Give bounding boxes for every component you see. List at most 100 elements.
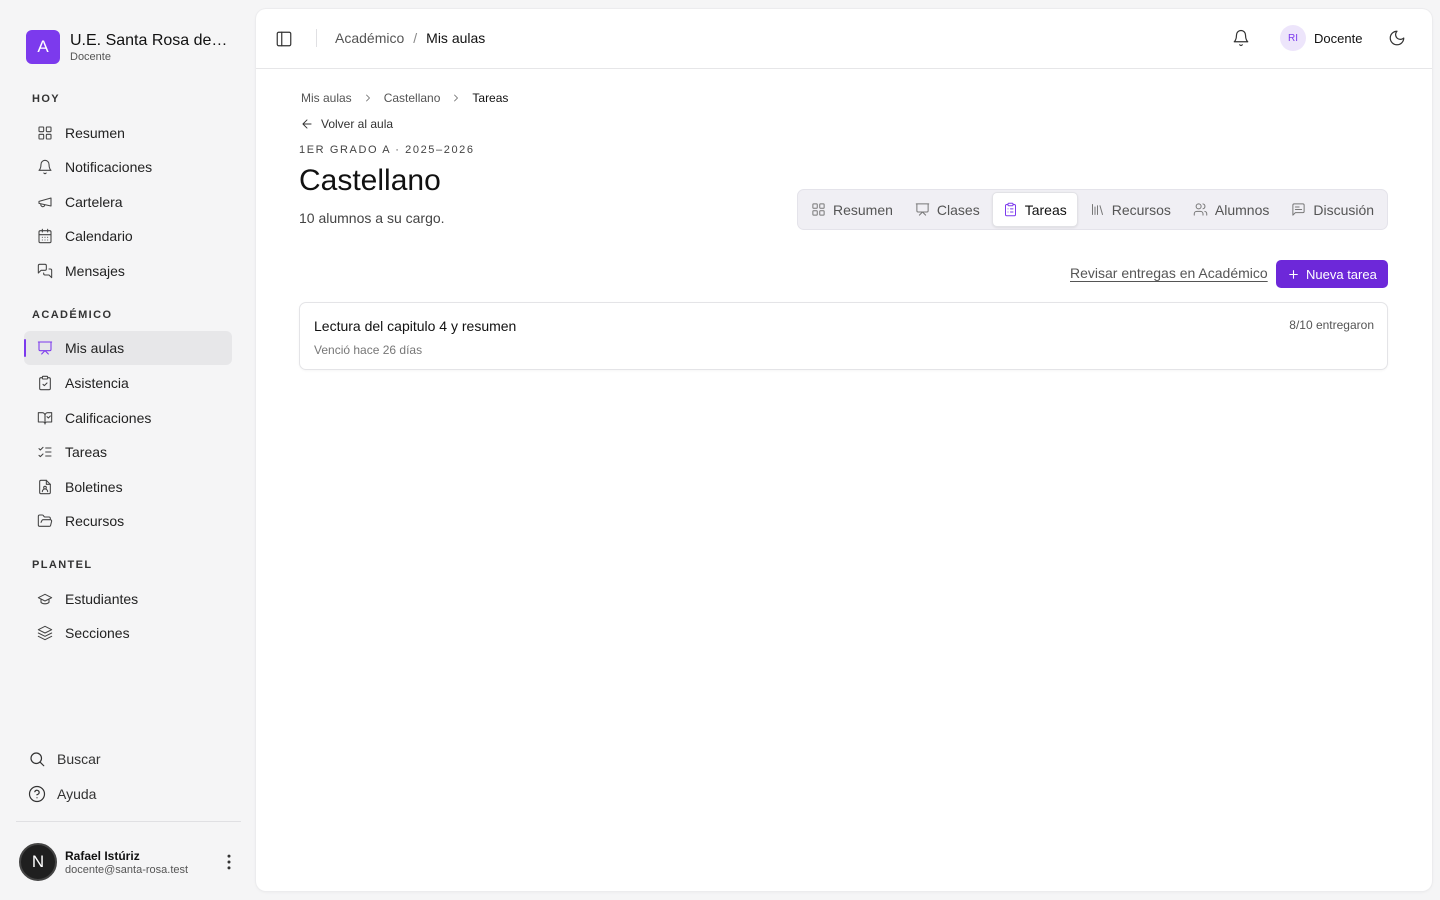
moon-icon[interactable] [1388, 29, 1406, 47]
brand-logo: A [26, 30, 60, 64]
search-label: Buscar [57, 751, 101, 767]
help-circle-icon [28, 785, 46, 803]
breadcrumb-item-mis-aulas: Mis aulas [426, 30, 486, 46]
sidebar-toggle-icon[interactable] [275, 30, 293, 48]
help-button[interactable]: Ayuda [28, 785, 96, 803]
user-name: Rafael Istúriz [65, 848, 140, 863]
library-icon [1090, 202, 1105, 217]
grid-icon [811, 202, 826, 217]
breadcrumb-item-academico[interactable]: Académico [335, 30, 404, 46]
task-card[interactable]: Lectura del capitulo 4 y resumen Venció … [299, 302, 1388, 370]
tab-recursos[interactable]: Recursos [1080, 192, 1181, 227]
bell-icon [37, 159, 53, 175]
breadcrumb-item-mis-aulas[interactable]: Mis aulas [301, 91, 352, 105]
tab-label: Tareas [1024, 201, 1067, 218]
sidebar-item-estudiantes[interactable]: Estudiantes [24, 582, 232, 616]
topbar: Académico / Mis aulas RI Docente [256, 9, 1432, 69]
sidebar-item-resumen[interactable]: Resumen [24, 116, 232, 150]
breadcrumb-separator: / [413, 30, 418, 46]
sidebar-item-label: Estudiantes [65, 591, 139, 607]
calendar-icon [37, 228, 53, 244]
tab-discusion[interactable]: Discusión [1281, 192, 1384, 227]
sidebar-item-notificaciones[interactable]: Notificaciones [24, 150, 232, 184]
group-label-academico: ACADÉMICO [32, 309, 113, 321]
avatar: RI [1280, 25, 1306, 51]
page-title: Castellano [299, 164, 441, 197]
file-user-icon [37, 479, 53, 495]
group-label-hoy: HOY [32, 93, 61, 105]
search-icon [28, 750, 46, 768]
account-menu[interactable]: RI Docente [1280, 25, 1362, 51]
layers-icon [37, 625, 53, 641]
sidebar-item-label: Notificaciones [65, 159, 153, 175]
user-email: docente@santa-rosa.test [65, 863, 189, 876]
sidebar-item-label: Resumen [65, 125, 125, 141]
book-check-icon [37, 410, 53, 426]
review-submissions-link[interactable]: Revisar entregas en Académico [1070, 265, 1268, 281]
breadcrumb: Académico / Mis aulas [335, 30, 485, 46]
search-button[interactable]: Buscar [28, 750, 101, 768]
sidebar-item-secciones[interactable]: Secciones [24, 616, 232, 650]
sidebar-item-calendario[interactable]: Calendario [24, 219, 232, 253]
clipboard-check-icon [37, 375, 53, 391]
help-label: Ayuda [57, 786, 97, 802]
breadcrumb-item-tareas: Tareas [472, 91, 509, 105]
brand[interactable]: A U.E. Santa Rosa de Li... Docente [26, 30, 236, 64]
sidebar-item-label: Boletines [65, 479, 123, 495]
sidebar-item-calificaciones[interactable]: Calificaciones [24, 401, 232, 435]
sidebar-item-tareas[interactable]: Tareas [24, 435, 232, 469]
clipboard-icon [1003, 202, 1018, 217]
back-label: Volver al aula [321, 117, 394, 131]
breadcrumb-item-castellano[interactable]: Castellano [384, 91, 441, 105]
new-task-label: Nueva tarea [1306, 266, 1377, 282]
sidebar-item-label: Mensajes [65, 263, 125, 279]
sidebar-item-label: Calificaciones [65, 410, 152, 426]
sidebar-item-asistencia[interactable]: Asistencia [24, 366, 232, 400]
list-checks-icon [37, 444, 53, 460]
presentation-icon [37, 340, 53, 356]
chevron-right-icon [450, 92, 462, 104]
more-vertical-icon[interactable] [219, 852, 239, 872]
sidebar-item-cartelera[interactable]: Cartelera [24, 185, 232, 219]
megaphone-icon [37, 194, 53, 210]
tab-label: Alumnos [1214, 201, 1270, 218]
tab-label: Clases [936, 201, 980, 218]
folder-open-icon [37, 513, 53, 529]
sidebar-item-label: Calendario [65, 228, 133, 244]
sidebar-divider [16, 821, 241, 822]
tab-tareas[interactable]: Tareas [991, 192, 1078, 227]
tab-label: Discusión [1313, 201, 1375, 218]
new-task-button[interactable]: Nueva tarea [1276, 260, 1388, 288]
sidebar-item-mis-aulas[interactable]: Mis aulas [24, 331, 232, 365]
account-name: Docente [1314, 30, 1363, 46]
sidebar-item-boletines[interactable]: Boletines [24, 470, 232, 504]
bell-icon[interactable] [1232, 29, 1250, 47]
task-due: Venció hace 26 días [314, 343, 423, 357]
page-subtitle: 10 alumnos a su cargo. [299, 210, 445, 226]
group-label-plantel: PLANTEL [32, 559, 93, 571]
main-panel: Académico / Mis aulas RI Docente Mis aul… [256, 9, 1432, 891]
plus-icon [1287, 268, 1300, 281]
sidebar: A U.E. Santa Rosa de Li... Docente HOY R… [0, 0, 256, 900]
sidebar-item-mensajes[interactable]: Mensajes [24, 254, 232, 288]
task-title: Lectura del capitulo 4 y resumen [314, 318, 517, 334]
tab-label: Resumen [833, 201, 893, 218]
user-profile[interactable]: N Rafael Istúriz docente@santa-rosa.test [19, 843, 239, 881]
sidebar-item-label: Mis aulas [65, 340, 125, 356]
classroom-tabs: Resumen Clases Tareas Recursos Alumnos D… [797, 189, 1389, 230]
tab-alumnos[interactable]: Alumnos [1183, 192, 1279, 227]
arrow-left-icon [300, 117, 314, 131]
tab-label: Recursos [1111, 201, 1171, 218]
avatar: N [19, 843, 57, 881]
brand-role: Docente [70, 50, 111, 63]
tab-resumen[interactable]: Resumen [801, 192, 903, 227]
sidebar-item-label: Tareas [65, 444, 108, 460]
tab-clases[interactable]: Clases [905, 192, 990, 227]
back-link[interactable]: Volver al aula [300, 117, 393, 131]
messages-icon [37, 263, 53, 279]
sidebar-item-recursos[interactable]: Recursos [24, 504, 232, 538]
message-square-text-icon [1291, 202, 1306, 217]
sidebar-item-label: Secciones [65, 625, 130, 641]
sidebar-item-label: Recursos [65, 513, 125, 529]
task-submission-count: 8/10 entregaron [1289, 318, 1374, 332]
